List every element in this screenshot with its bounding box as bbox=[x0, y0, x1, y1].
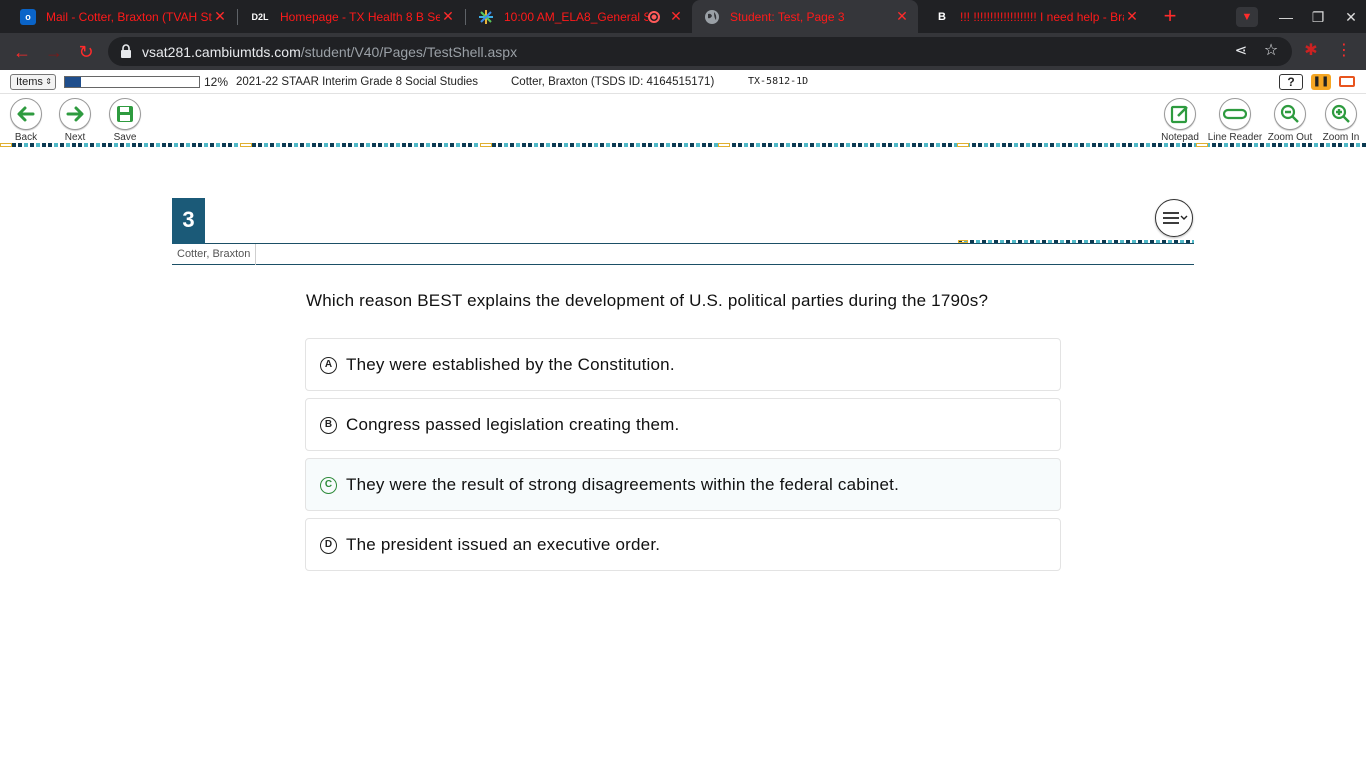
answer-option-a[interactable]: A They were established by the Constitut… bbox=[305, 338, 1061, 391]
stripe-accent bbox=[240, 143, 252, 147]
next-arrow-icon bbox=[59, 98, 91, 130]
close-icon[interactable]: ✕ bbox=[212, 8, 228, 25]
pause-icon: ❚❚ bbox=[1312, 76, 1330, 87]
zoom-in-icon bbox=[1325, 98, 1357, 130]
question-header: 3 bbox=[172, 198, 1194, 244]
d2l-icon: D2L bbox=[251, 11, 269, 22]
question-number: 3 bbox=[172, 198, 205, 244]
lock-icon bbox=[121, 44, 131, 58]
question-student-bar: Cotter, Braxton bbox=[172, 244, 1194, 265]
pause-button[interactable]: ❚❚ bbox=[1311, 74, 1331, 90]
brainly-icon: B bbox=[938, 10, 946, 23]
notepad-icon bbox=[1164, 98, 1196, 130]
stripe-accent bbox=[480, 143, 492, 147]
progress-fill bbox=[65, 77, 82, 87]
back-arrow-icon[interactable]: ← bbox=[10, 40, 34, 64]
tab-search-chevron-icon[interactable]: ▼ bbox=[1236, 7, 1258, 27]
progress-percent: 12% bbox=[204, 75, 229, 89]
restore-icon[interactable]: ❐ bbox=[1307, 7, 1329, 27]
tab-title: 10:00 AM_ELA8_General S bbox=[504, 9, 648, 24]
close-icon[interactable]: ✕ bbox=[894, 8, 910, 25]
updown-icon: ⇕ bbox=[45, 77, 52, 86]
save-label: Save bbox=[113, 132, 137, 143]
test-toolbar: Back Next Save Notepad Line Reader Zoom … bbox=[0, 94, 1366, 144]
test-name: 2021-22 STAAR Interim Grade 8 Social Stu… bbox=[236, 76, 479, 88]
answer-option-c[interactable]: C They were the result of strong disagre… bbox=[305, 458, 1061, 511]
answer-option-b[interactable]: B Congress passed legislation creating t… bbox=[305, 398, 1061, 451]
stripe-accent bbox=[958, 240, 968, 243]
browser-tab-student-test[interactable]: Student: Test, Page 3 ✕ bbox=[692, 0, 918, 33]
bookmark-star-icon[interactable]: ☆ bbox=[1262, 42, 1280, 60]
items-dropdown[interactable]: Items ⇕ bbox=[10, 74, 56, 90]
line-reader-label: Line Reader bbox=[1207, 132, 1263, 143]
line-reader-icon bbox=[1219, 98, 1251, 130]
close-icon[interactable]: ✕ bbox=[668, 8, 684, 25]
browser-tab-mail[interactable]: o Mail - Cotter, Braxton (TVAH Stu ✕ bbox=[8, 0, 236, 33]
stripe-accent bbox=[0, 143, 12, 147]
option-text: The president issued an executive order. bbox=[346, 535, 661, 554]
student-name: Cotter, Braxton bbox=[172, 244, 257, 265]
save-disk-icon bbox=[109, 98, 141, 130]
forward-arrow-icon[interactable]: → bbox=[42, 40, 66, 64]
new-tab-plus-icon[interactable]: + bbox=[1159, 5, 1181, 28]
globe-icon bbox=[704, 9, 720, 25]
option-text: Congress passed legislation creating the… bbox=[346, 415, 680, 434]
outlook-icon: o bbox=[20, 8, 36, 25]
browser-toolbar: ← → ↻ vsat281.cambiumtds.com/student/V40… bbox=[0, 33, 1366, 70]
reload-icon[interactable]: ↻ bbox=[74, 40, 98, 64]
url-host: vsat281.cambiumtds.com bbox=[142, 44, 301, 60]
close-icon[interactable]: ✕ bbox=[440, 8, 456, 25]
url-path: /student/V40/Pages/TestShell.aspx bbox=[300, 44, 518, 60]
browser-tab-d2l[interactable]: D2L Homepage - TX Health 8 B Sec ✕ bbox=[238, 0, 464, 33]
tab-title: Mail - Cotter, Braxton (TVAH Stu bbox=[46, 9, 212, 24]
line-reader-button[interactable]: Line Reader bbox=[1205, 98, 1265, 143]
browser-tab-zoom[interactable]: 10:00 AM_ELA8_General S ✕ bbox=[466, 0, 692, 33]
question-stem: Which reason BEST explains the developme… bbox=[306, 291, 989, 310]
tab-title: Homepage - TX Health 8 B Sec bbox=[280, 9, 440, 24]
minimize-icon[interactable]: — bbox=[1275, 7, 1297, 27]
progress-bar bbox=[64, 76, 200, 88]
zoom-in-label: Zoom In bbox=[1322, 132, 1360, 143]
browser-tab-strip: o Mail - Cotter, Braxton (TVAH Stu ✕ D2L… bbox=[0, 0, 1366, 33]
browser-tab-brainly[interactable]: B !!! !!!!!!!!!!!!!!!!!!! I need help - … bbox=[922, 0, 1148, 33]
tab-title: Student: Test, Page 3 bbox=[730, 9, 845, 24]
stripe-accent bbox=[1196, 143, 1208, 147]
stripe-accent bbox=[718, 143, 730, 147]
back-arrow-icon bbox=[10, 98, 42, 130]
extension-puzzle-icon[interactable]: ✱ bbox=[1302, 42, 1320, 60]
option-text: They were established by the Constitutio… bbox=[346, 355, 675, 374]
question-menu-button[interactable] bbox=[1155, 199, 1193, 237]
hamburger-menu-icon bbox=[1163, 212, 1188, 224]
items-label: Items bbox=[16, 76, 43, 88]
url-text: vsat281.cambiumtds.com/student/V40/Pages… bbox=[142, 44, 517, 60]
battery-icon bbox=[1339, 76, 1355, 87]
address-bar[interactable]: vsat281.cambiumtds.com/student/V40/Pages… bbox=[108, 37, 1292, 66]
option-letter: A bbox=[320, 357, 337, 374]
notepad-button[interactable]: Notepad bbox=[1150, 98, 1210, 143]
decorative-stripe bbox=[0, 143, 1366, 147]
zoom-icon bbox=[478, 9, 494, 25]
option-letter: C bbox=[320, 477, 337, 494]
help-button[interactable]: ? bbox=[1279, 74, 1303, 90]
window-close-icon[interactable]: ✕ bbox=[1340, 7, 1362, 27]
option-letter: D bbox=[320, 537, 337, 554]
close-icon[interactable]: ✕ bbox=[1124, 8, 1140, 25]
zoom-in-button[interactable]: Zoom In bbox=[1311, 98, 1366, 143]
save-button[interactable]: Save bbox=[95, 98, 155, 143]
share-icon[interactable]: ⋖ bbox=[1232, 42, 1250, 60]
notepad-label: Notepad bbox=[1161, 132, 1199, 143]
question-stripe bbox=[958, 240, 1194, 243]
answer-option-d[interactable]: D The president issued an executive orde… bbox=[305, 518, 1061, 571]
form-id: TX-5812-1D bbox=[748, 76, 809, 87]
student-info: Cotter, Braxton (TSDS ID: 4164515171) bbox=[511, 76, 715, 88]
browser-menu-icon[interactable]: ⋮ bbox=[1336, 42, 1352, 60]
tab-title: !!! !!!!!!!!!!!!!!!!!!! I need help - Br… bbox=[960, 9, 1124, 24]
test-info-bar: Items ⇕ 12% 2021-22 STAAR Interim Grade 8… bbox=[0, 70, 1366, 94]
recording-icon bbox=[648, 10, 660, 23]
stripe-accent bbox=[957, 143, 969, 147]
option-text: They were the result of strong disagreem… bbox=[346, 475, 900, 494]
zoom-out-icon bbox=[1274, 98, 1306, 130]
option-letter: B bbox=[320, 417, 337, 434]
